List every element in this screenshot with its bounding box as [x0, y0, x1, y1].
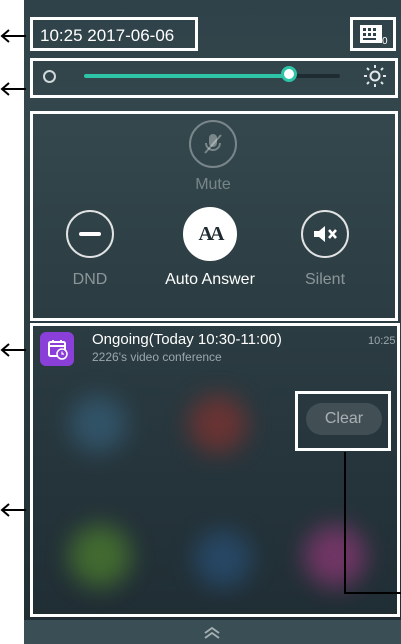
annotation-arrow-1 — [0, 29, 26, 43]
mute-label: Mute — [195, 176, 231, 193]
auto-answer-icon: AA — [183, 207, 237, 261]
brightness-high-icon — [364, 65, 386, 87]
annotation-callout-line-horizontal — [344, 592, 401, 594]
annotation-callout-line — [344, 452, 346, 593]
silent-label: Silent — [304, 271, 346, 288]
annotation-arrow-2 — [0, 82, 26, 96]
auto-answer-label: Auto Answer — [165, 271, 255, 288]
microphone-muted-icon — [189, 120, 237, 168]
auto-answer-glyph: AA — [198, 222, 225, 245]
brightness-low-icon — [43, 70, 56, 83]
speaker-muted-icon — [301, 210, 349, 258]
dnd-label: DND — [72, 271, 108, 288]
status-datetime: 10:25 2017-06-06 — [40, 26, 175, 45]
notification-time: 10:25 — [368, 335, 396, 347]
bottom-bar[interactable] — [24, 620, 401, 644]
annotation-box-brightness — [30, 58, 398, 98]
calendar-icon — [40, 332, 74, 366]
notification-subtitle: 2226's video conference — [92, 350, 222, 364]
brightness-slider-fill — [84, 74, 289, 78]
notification-title: Ongoing(Today 10:30-11:00) — [92, 331, 282, 348]
keyboard-badge: 0 — [382, 36, 388, 47]
annotation-arrow-3 — [0, 343, 26, 357]
annotation-arrow-4 — [0, 503, 26, 517]
brightness-slider[interactable] — [84, 66, 340, 82]
chevron-up-icon — [204, 626, 220, 639]
keyboard-icon[interactable]: 0 — [360, 25, 388, 47]
minus-circle-icon — [66, 210, 114, 258]
clear-button[interactable]: Clear — [306, 403, 382, 435]
brightness-slider-knob[interactable] — [280, 66, 297, 82]
